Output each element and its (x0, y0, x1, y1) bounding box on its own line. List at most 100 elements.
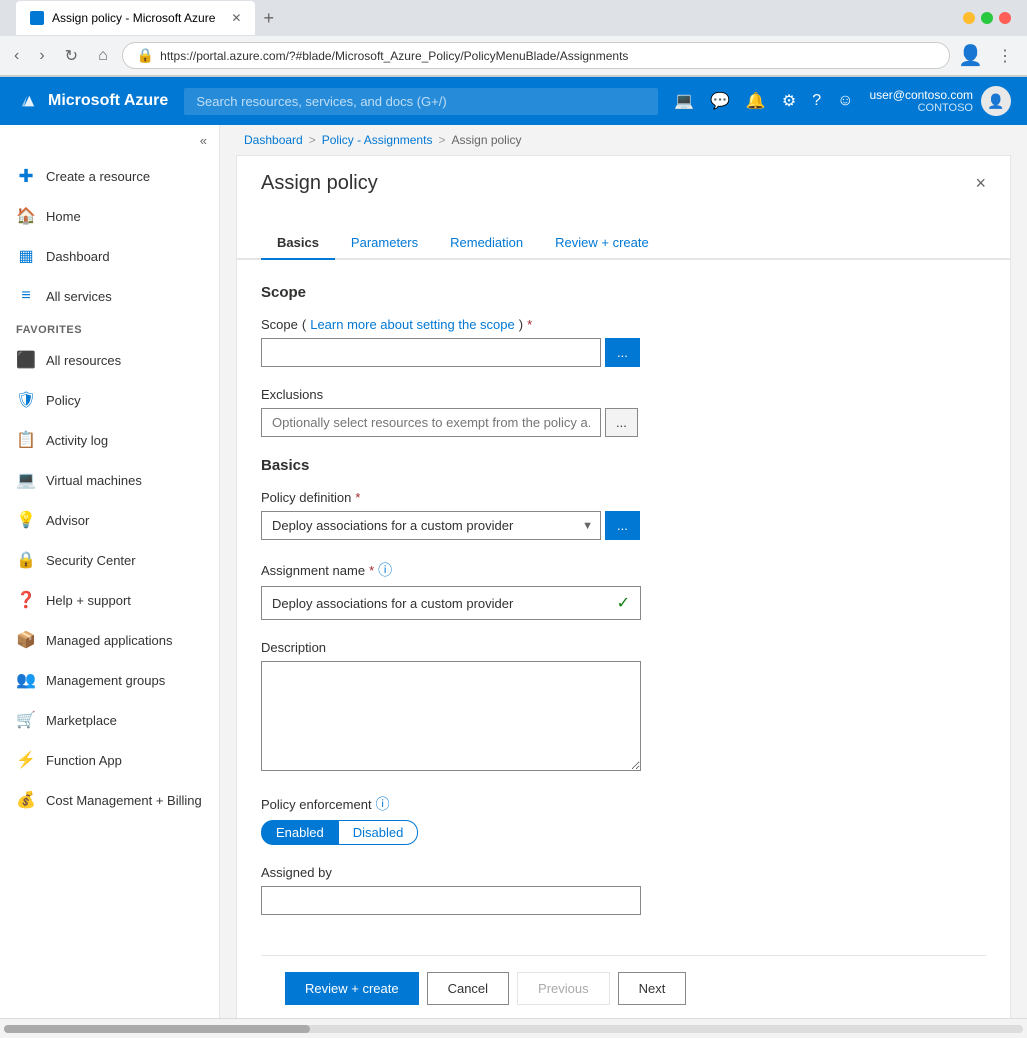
content-area: Dashboard > Policy - Assignments > Assig… (220, 125, 1027, 1018)
global-search-input[interactable] (184, 88, 658, 115)
enforcement-info-icon[interactable]: ⓘ (376, 794, 390, 814)
sidebar-item-label-create-resource: Create a resource (46, 169, 150, 184)
scope-learn-more-link[interactable]: Learn more about setting the scope (310, 317, 515, 332)
cloud-shell-icon[interactable]: 💻 (674, 91, 694, 111)
notifications-icon[interactable]: 🔔 (746, 91, 766, 111)
smile-icon[interactable]: ☺ (837, 92, 853, 110)
window-close[interactable] (999, 12, 1011, 24)
sidebar: « ✚ Create a resource 🏠 Home ▦ Dashboard… (0, 125, 220, 1018)
sidebar-item-advisor[interactable]: 💡 Advisor (0, 500, 219, 540)
sidebar-item-function-app[interactable]: ⚡ Function App (0, 740, 219, 780)
exclusions-input[interactable] (261, 408, 601, 437)
breadcrumb-current: Assign policy (451, 133, 521, 147)
address-bar[interactable]: 🔒 https://portal.azure.com/?#blade/Micro… (122, 42, 950, 69)
review-create-button[interactable]: Review + create (285, 972, 419, 1005)
sidebar-item-security-center[interactable]: 🔒 Security Center (0, 540, 219, 580)
dashboard-icon: ▦ (16, 246, 36, 266)
refresh-button[interactable]: ↻ (59, 44, 84, 68)
assignment-name-info-icon[interactable]: ⓘ (378, 560, 392, 580)
tab-basics[interactable]: Basics (261, 227, 335, 260)
cancel-button[interactable]: Cancel (427, 972, 509, 1005)
enforcement-disabled-button[interactable]: Disabled (339, 820, 419, 845)
assignment-name-required-marker: * (369, 563, 374, 578)
exclusions-label: Exclusions (261, 387, 986, 402)
sidebar-item-policy[interactable]: 🛡 Policy (0, 380, 219, 420)
advisor-icon: 💡 (16, 510, 36, 530)
panel-footer: Review + create Cancel Previous Next (261, 955, 986, 1018)
policy-def-select-group: Deploy associations for a custom provide… (261, 511, 986, 540)
sidebar-item-activity-log[interactable]: 📋 Activity log (0, 420, 219, 460)
user-avatar[interactable]: 👤 (981, 86, 1011, 116)
sidebar-collapse-button[interactable]: « (0, 125, 219, 156)
settings-icon[interactable]: ⚙ (782, 91, 796, 111)
window-maximize[interactable] (981, 12, 993, 24)
azure-logo[interactable]: Microsoft Azure (16, 89, 168, 113)
description-form-group: Description (261, 640, 986, 774)
new-tab-button[interactable]: + (263, 8, 274, 29)
previous-button: Previous (517, 972, 610, 1005)
sidebar-item-management-groups[interactable]: 👥 Management groups (0, 660, 219, 700)
enforcement-enabled-button[interactable]: Enabled (261, 820, 339, 845)
sidebar-item-all-services[interactable]: ≡ All services (0, 276, 219, 316)
sidebar-item-cost-billing[interactable]: 💰 Cost Management + Billing (0, 780, 219, 820)
assign-policy-panel: Assign policy × Basics Parameters Remedi… (236, 155, 1011, 1018)
user-info[interactable]: user@contoso.com CONTOSO 👤 (869, 86, 1011, 116)
active-tab[interactable]: Assign policy - Microsoft Azure ✕ (16, 1, 255, 35)
sidebar-item-label-security-center: Security Center (46, 553, 136, 568)
tab-review-create[interactable]: Review + create (539, 227, 665, 260)
back-button[interactable]: ‹ (8, 45, 25, 67)
security-center-icon: 🔒 (16, 550, 36, 570)
sidebar-item-managed-applications[interactable]: 📦 Managed applications (0, 620, 219, 660)
azure-logo-text: Microsoft Azure (48, 92, 168, 110)
scope-input-group: ... (261, 338, 986, 367)
tab-parameters[interactable]: Parameters (335, 227, 434, 260)
sidebar-item-label-virtual-machines: Virtual machines (46, 473, 142, 488)
policy-def-required-marker: * (355, 490, 360, 505)
sidebar-item-label-policy: Policy (46, 393, 81, 408)
header-icons: 💻 💬 🔔 ⚙ ? ☺ user@contoso.com CONTOSO 👤 (674, 86, 1011, 116)
tab-close-button[interactable]: ✕ (231, 11, 241, 25)
scope-label: Scope ( Learn more about setting the sco… (261, 317, 986, 332)
activity-log-icon: 📋 (16, 430, 36, 450)
feedback-icon[interactable]: 💬 (710, 91, 730, 111)
enforcement-form-group: Policy enforcement ⓘ Enabled Disabled (261, 794, 986, 845)
horizontal-scrollbar[interactable] (0, 1018, 1027, 1038)
sidebar-item-marketplace[interactable]: 🛒 Marketplace (0, 700, 219, 740)
scope-form-group: Scope ( Learn more about setting the sco… (261, 317, 986, 367)
extensions-button[interactable]: ⋮ (991, 44, 1019, 68)
breadcrumb-dashboard[interactable]: Dashboard (244, 133, 303, 147)
marketplace-icon: 🛒 (16, 710, 36, 730)
description-textarea[interactable] (261, 661, 641, 771)
home-button[interactable]: ⌂ (92, 45, 114, 67)
help-icon[interactable]: ? (812, 92, 821, 110)
scope-input[interactable] (261, 338, 601, 367)
sidebar-item-virtual-machines[interactable]: 💻 Virtual machines (0, 460, 219, 500)
scrollbar-thumb[interactable] (4, 1025, 310, 1033)
window-minimize[interactable] (963, 12, 975, 24)
policy-def-select[interactable]: Deploy associations for a custom provide… (261, 511, 601, 540)
sidebar-item-label-dashboard: Dashboard (46, 249, 110, 264)
policy-def-label: Policy definition * (261, 490, 986, 505)
sidebar-item-label-all-services: All services (46, 289, 112, 304)
sidebar-item-label-cost-billing: Cost Management + Billing (46, 793, 202, 808)
sidebar-item-create-resource[interactable]: ✚ Create a resource (0, 156, 219, 196)
azure-header: Microsoft Azure 💻 💬 🔔 ⚙ ? ☺ user@contoso… (0, 77, 1027, 125)
enforcement-label: Policy enforcement ⓘ (261, 794, 986, 814)
assigned-by-input[interactable] (261, 886, 641, 915)
breadcrumb-policy-assignments[interactable]: Policy - Assignments (322, 133, 433, 147)
sidebar-item-dashboard[interactable]: ▦ Dashboard (0, 236, 219, 276)
management-groups-icon: 👥 (16, 670, 36, 690)
tab-remediation[interactable]: Remediation (434, 227, 539, 260)
assignment-name-field[interactable]: Deploy associations for a custom provide… (261, 586, 641, 620)
next-button[interactable]: Next (618, 972, 687, 1005)
exclusions-browse-button[interactable]: ... (605, 408, 638, 437)
sidebar-item-home[interactable]: 🏠 Home (0, 196, 219, 236)
sidebar-item-all-resources[interactable]: ⬛ All resources (0, 340, 219, 380)
policy-def-browse-button[interactable]: ... (605, 511, 640, 540)
scope-browse-button[interactable]: ... (605, 338, 640, 367)
panel-close-button[interactable]: × (975, 173, 986, 194)
sidebar-item-help-support[interactable]: ❓ Help + support (0, 580, 219, 620)
scope-section-title: Scope (261, 284, 986, 301)
forward-button[interactable]: › (33, 45, 50, 67)
tabs-bar: Basics Parameters Remediation Review + c… (237, 211, 1010, 260)
